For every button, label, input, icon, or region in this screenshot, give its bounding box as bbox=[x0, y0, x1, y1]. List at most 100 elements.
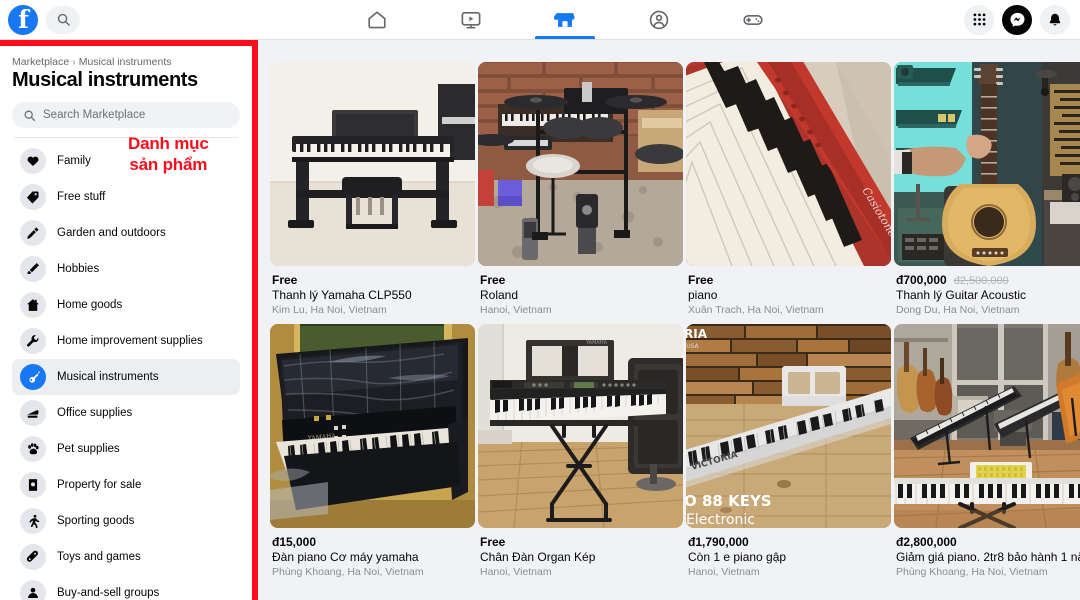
nav-tab-marketplace[interactable] bbox=[518, 0, 612, 39]
sidebar-item-family[interactable]: Family bbox=[12, 143, 240, 179]
listing-price: đ2,800,000 bbox=[896, 535, 957, 549]
listing-card[interactable]: đ700,000 đ2,500,000 Thanh lý Guitar Acou… bbox=[894, 62, 1080, 316]
listing-image-red-casiotone-keyboard-closeup[interactable]: Casiotone bbox=[686, 62, 891, 266]
sidebar-item-property-for-sale[interactable]: Property for sale bbox=[12, 467, 240, 503]
nav-tab-gaming[interactable] bbox=[706, 0, 800, 39]
breadcrumb-root[interactable]: Marketplace bbox=[12, 56, 69, 68]
sidebar-item-office-supplies[interactable]: Office supplies bbox=[12, 395, 240, 431]
sidebar-item-hobbies[interactable]: Hobbies bbox=[12, 251, 240, 287]
listing-image-music-shop-multiple-keyboards[interactable] bbox=[894, 324, 1080, 528]
marketplace-sidebar: Marketplace › Musical instruments Musical … bbox=[0, 46, 252, 600]
nav-tab-watch[interactable] bbox=[424, 0, 518, 39]
price-tag-icon bbox=[20, 184, 46, 210]
messenger-button[interactable] bbox=[1002, 4, 1032, 35]
listing-card[interactable]: YAMAHA bbox=[478, 324, 683, 578]
notifications-button[interactable] bbox=[1040, 4, 1070, 35]
sidebar-item-musical-instruments[interactable]: Musical instruments bbox=[12, 359, 240, 395]
marketplace-sidebar-highlighted: Marketplace › Musical instruments Musical … bbox=[0, 40, 258, 600]
listing-title: Giảm giá piano. 2tr8 bảo hành 1 năm bbox=[896, 550, 1080, 564]
listing-location: Hanoi, Vietnam bbox=[480, 566, 552, 578]
sidebar-item-garden-and-outdoors[interactable]: Garden and outdoors bbox=[12, 215, 240, 251]
listing-title: Thanh lý Yamaha CLP550 bbox=[272, 288, 412, 302]
listing-card[interactable]: Casiotone Free piano Xuân Trach, Ha Noi,… bbox=[686, 62, 891, 316]
menu-button[interactable] bbox=[964, 4, 994, 35]
people-icon bbox=[20, 580, 46, 600]
property-icon bbox=[20, 472, 46, 498]
guitar-icon bbox=[20, 364, 46, 390]
search-button[interactable] bbox=[46, 5, 80, 34]
listing-card[interactable]: Free Thanh lý Yamaha CLP550 Kim Lu, Ha N… bbox=[270, 62, 475, 316]
listing-title: Roland bbox=[480, 288, 519, 302]
listing-price: đ700,000 bbox=[896, 273, 947, 287]
listing-card[interactable]: VICTORIA O 88 KEYS Electronic RIA -USA đ… bbox=[686, 324, 891, 578]
listing-location: Phùng Khoang, Ha Noi, Vietnam bbox=[896, 566, 1048, 578]
breadcrumb: Marketplace › Musical instruments bbox=[12, 56, 240, 68]
search-icon bbox=[24, 110, 36, 121]
listing-location: Xuân Trach, Ha Noi, Vietnam bbox=[688, 304, 824, 316]
sidebar-item-label: Property for sale bbox=[57, 479, 142, 491]
house-icon bbox=[20, 292, 46, 318]
sidebar-item-label: Garden and outdoors bbox=[57, 227, 166, 239]
sidebar-item-toys-and-games[interactable]: Toys and games bbox=[12, 539, 240, 575]
listing-image-black-digital-piano-with-bench[interactable] bbox=[270, 62, 475, 266]
sidebar-item-free-stuff[interactable]: Free stuff bbox=[12, 179, 240, 215]
listing-meta: Free piano Xuân Trach, Ha Noi, Vietnam bbox=[686, 266, 891, 316]
listing-grid: Free Thanh lý Yamaha CLP550 Kim Lu, Ha N… bbox=[270, 62, 1080, 578]
listing-title: Đàn piano Cơ máy yamaha bbox=[272, 550, 419, 564]
nav-tab-groups[interactable] bbox=[612, 0, 706, 39]
sidebar-item-label: Sporting goods bbox=[57, 515, 135, 527]
sidebar-divider bbox=[14, 137, 238, 138]
listing-meta: Free Thanh lý Yamaha CLP550 Kim Lu, Ha N… bbox=[270, 266, 475, 316]
wrench-icon bbox=[20, 328, 46, 354]
facebook-logo[interactable] bbox=[8, 4, 38, 35]
overlay-brand-text: RIA bbox=[686, 327, 708, 341]
nav-tab-home[interactable] bbox=[330, 0, 424, 39]
main-nav-tabs bbox=[330, 0, 800, 39]
listing-image-acoustic-guitar-held-in-studio[interactable] bbox=[894, 62, 1080, 266]
listing-image-upright-piano-wrapped-in-plastic[interactable]: YAMAHA bbox=[270, 324, 475, 528]
listing-price-row: đ15,000 bbox=[272, 535, 473, 549]
listing-card[interactable]: YAMAHA bbox=[270, 324, 475, 578]
listing-card[interactable]: đ2,800,000 Giảm giá piano. 2tr8 bảo hành… bbox=[894, 324, 1080, 578]
sidebar-item-label: Home improvement supplies bbox=[57, 335, 203, 347]
sidebar-item-label: Family bbox=[57, 155, 91, 167]
video-icon bbox=[461, 11, 481, 29]
listing-price-row: Free bbox=[272, 273, 473, 287]
sidebar-item-home-goods[interactable]: Home goods bbox=[12, 287, 240, 323]
listing-price-row: Free bbox=[480, 273, 681, 287]
sidebar-item-label: Musical instruments bbox=[57, 371, 159, 383]
runner-icon bbox=[20, 508, 46, 534]
sidebar-item-label: Office supplies bbox=[57, 407, 133, 419]
sidebar-item-label: Buy-and-sell groups bbox=[57, 587, 160, 599]
listing-card[interactable]: Free Roland Hanoi, Vietnam bbox=[478, 62, 683, 316]
sidebar-item-home-improvement-supplies[interactable]: Home improvement supplies bbox=[12, 323, 240, 359]
sidebar-item-sporting-goods[interactable]: Sporting goods bbox=[12, 503, 240, 539]
listing-image-white-victoria-88-keys-folding-piano[interactable]: VICTORIA O 88 KEYS Electronic RIA -USA bbox=[686, 324, 891, 528]
keyboard-brand-text: YAMAHA bbox=[585, 340, 608, 346]
listing-price-row: đ1,790,000 bbox=[688, 535, 889, 549]
sidebar-item-pet-supplies[interactable]: Pet supplies bbox=[12, 431, 240, 467]
paw-icon bbox=[20, 436, 46, 462]
search-marketplace-input[interactable]: Search Marketplace bbox=[12, 102, 240, 128]
grid-menu-icon bbox=[973, 13, 985, 26]
listing-location: Hanoi, Vietnam bbox=[688, 566, 760, 578]
listing-price: Free bbox=[480, 273, 506, 287]
messenger-icon bbox=[1009, 12, 1025, 27]
toy-icon bbox=[20, 544, 46, 570]
listing-price: Free bbox=[480, 535, 506, 549]
top-navigation-bar bbox=[0, 0, 1080, 40]
home-icon bbox=[368, 10, 386, 28]
search-icon bbox=[57, 13, 70, 26]
breadcrumb-separator: › bbox=[72, 56, 76, 68]
listing-price: Free bbox=[688, 273, 714, 287]
listing-meta: đ1,790,000 Còn 1 e piano gập Hanoi, Viet… bbox=[686, 528, 891, 578]
listing-price: đ15,000 bbox=[272, 535, 317, 549]
listing-price-row: đ2,800,000 bbox=[896, 535, 1080, 549]
listing-image-electronic-drum-kit-brick-wall[interactable] bbox=[478, 62, 683, 266]
listing-price-row: Free bbox=[480, 535, 681, 549]
listing-meta: đ2,800,000 Giảm giá piano. 2tr8 bảo hành… bbox=[894, 528, 1080, 578]
listing-image-yamaha-keyboard-on-x-stand[interactable]: YAMAHA bbox=[478, 324, 683, 528]
listing-price: Free bbox=[272, 273, 298, 287]
listing-meta: đ15,000 Đàn piano Cơ máy yamaha Phùng Kh… bbox=[270, 528, 475, 578]
sidebar-item-buy-and-sell-groups[interactable]: Buy-and-sell groups bbox=[12, 575, 240, 600]
